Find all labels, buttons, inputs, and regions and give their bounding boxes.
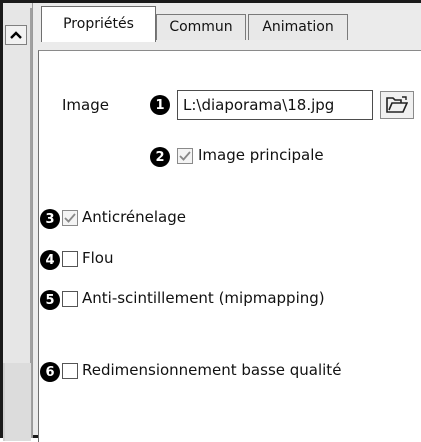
tab-commun[interactable]: Commun — [156, 14, 246, 40]
tab-animation[interactable]: Animation — [248, 14, 348, 40]
flou-checkbox[interactable] — [62, 251, 78, 267]
anti-scintillement-checkbox[interactable] — [62, 291, 78, 307]
anti-scintillement-label: Anti-scintillement (mipmapping) — [82, 289, 325, 307]
redimensionnement-label: Redimensionnement basse qualité — [82, 361, 342, 379]
tab-proprietes[interactable]: Propriétés — [41, 6, 156, 42]
browse-button[interactable] — [380, 91, 414, 119]
flou-label: Flou — [82, 249, 114, 267]
anticrenelage-checkbox[interactable] — [62, 210, 78, 226]
check-icon — [179, 151, 191, 161]
callout-6: 6 — [40, 362, 60, 382]
scroll-thumb[interactable] — [3, 363, 31, 441]
check-icon — [64, 213, 76, 223]
callout-2: 2 — [150, 147, 170, 167]
chevron-up-icon — [10, 31, 22, 39]
image-label: Image — [62, 96, 109, 114]
image-path-field[interactable]: L:\diaporama\18.jpg — [177, 90, 373, 120]
callout-3: 3 — [40, 209, 60, 229]
callout-5: 5 — [40, 290, 60, 310]
image-principale-label: Image principale — [198, 146, 324, 164]
anticrenelage-label: Anticrénelage — [82, 208, 186, 226]
image-principale-checkbox[interactable] — [177, 148, 193, 164]
vertical-scrollbar[interactable] — [3, 3, 33, 441]
callout-4: 4 — [40, 250, 60, 270]
open-folder-icon — [386, 96, 408, 113]
redimensionnement-checkbox[interactable] — [62, 363, 78, 379]
scroll-up-button[interactable] — [5, 25, 27, 45]
callout-1: 1 — [150, 95, 170, 115]
